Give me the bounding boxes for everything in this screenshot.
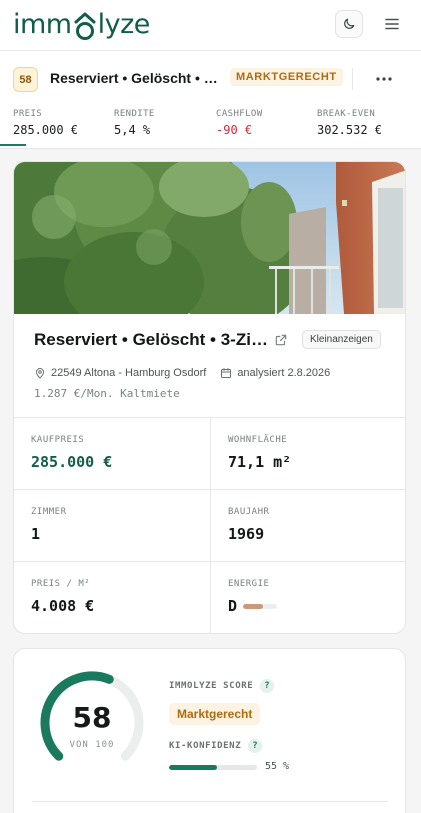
rent-text: 1.287 €/Mon. Kaltmiete	[34, 387, 180, 400]
kpi-price[interactable]: PREIS 285.000 €	[13, 109, 78, 137]
fact-value: D	[228, 597, 238, 615]
confidence-label: KI-KONFIDENZ ?	[169, 739, 263, 753]
property-meta: 22549 Altona - Hamburg Osdorf analysiert…	[34, 365, 344, 381]
fact-label: WOHNFLÄCHE	[228, 435, 288, 445]
location-text: 22549 Altona - Hamburg Osdorf	[51, 367, 207, 379]
kpi-value: 302.532 €	[317, 123, 383, 137]
logo-text-right: lyze	[97, 9, 151, 40]
fact-rooms: ZIMMER 1	[14, 490, 210, 562]
kpi-yield[interactable]: RENDITE 5,4 %	[114, 109, 155, 137]
score-label-text: IMMOLYZE SCORE	[169, 681, 254, 691]
fact-value: 1	[31, 525, 41, 543]
external-link-icon[interactable]	[274, 333, 288, 352]
score-chip: 58	[13, 67, 38, 92]
fact-label: PREIS / M²	[31, 579, 91, 589]
logo-text-left: imm	[13, 9, 72, 40]
divider	[352, 68, 353, 90]
help-icon[interactable]: ?	[248, 739, 263, 753]
energy-bar-fill	[243, 604, 264, 609]
confidence-value: 55 %	[265, 761, 290, 772]
ellipsis-icon	[376, 77, 392, 81]
listing-title: Reserviert • Gelöscht • 3-Zimmer-Wohnung	[50, 70, 220, 86]
immolyze-logo[interactable]: imm lyze	[13, 10, 150, 40]
fact-label: KAUFPREIS	[31, 435, 85, 445]
score-gauge: 58 VON 100	[36, 667, 148, 779]
logo-house-icon	[73, 10, 97, 40]
confidence-bar-fill	[169, 765, 218, 770]
calendar-icon	[221, 368, 232, 378]
kpi-value: 5,4 %	[114, 123, 151, 137]
source-badge[interactable]: Kleinanzeigen	[302, 330, 381, 349]
fact-label: ZIMMER	[31, 507, 67, 517]
kpi-label: RENDITE	[114, 109, 155, 119]
fact-value: 4.008 €	[31, 597, 95, 615]
divider	[32, 801, 388, 802]
fact-label: BAUJAHR	[228, 507, 270, 517]
confidence-bar	[169, 765, 257, 770]
moon-icon	[344, 18, 355, 29]
confidence-label-text: KI-KONFIDENZ	[169, 741, 242, 751]
score-max: VON 100	[69, 740, 115, 750]
fact-value: 71,1 m²	[228, 453, 292, 471]
analyzed-text: analysiert 2.8.2026	[237, 367, 331, 379]
kpi-value: 285.000 €	[13, 123, 79, 137]
property-title-row: Reserviert • Gelöscht • 3-Zimmer-Wohnung…	[34, 330, 386, 354]
kpi-label: PREIS	[13, 109, 43, 119]
kpi-row: PREIS 285.000 € RENDITE 5,4 % CASHFLOW -…	[0, 109, 421, 149]
fact-build-year: BAUJAHR 1969	[210, 490, 405, 562]
property-title: Reserviert • Gelöscht • 3-Zimmer-Wohnung	[34, 330, 268, 349]
score-card: 58 VON 100 IMMOLYZE SCORE ? Marktgerecht…	[13, 648, 406, 813]
fact-value: 285.000 €	[31, 453, 113, 471]
score-value: 58	[72, 701, 112, 734]
location-item: 22549 Altona - Hamburg Osdorf	[34, 367, 206, 379]
fact-value: 1969	[228, 525, 265, 543]
hamburger-icon	[385, 18, 399, 30]
verdict-badge: MARKTGERECHT	[230, 68, 343, 86]
facts-grid: KAUFPREIS 285.000 € WOHNFLÄCHE 71,1 m² Z…	[14, 417, 405, 633]
kpi-cashflow[interactable]: CASHFLOW -90 €	[216, 109, 263, 137]
top-bar: imm lyze	[0, 0, 421, 51]
property-photo[interactable]	[14, 162, 405, 314]
fact-energy: ENERGIE D	[210, 562, 405, 633]
more-options-button[interactable]	[370, 65, 398, 93]
kpi-value: -90 €	[216, 123, 253, 137]
kpi-break-even[interactable]: BREAK-EVEN 302.532 €	[317, 109, 382, 137]
fact-living-area: WOHNFLÄCHE 71,1 m²	[210, 418, 405, 490]
energy-bar	[243, 604, 277, 609]
map-pin-icon	[35, 368, 45, 379]
kpi-label: CASHFLOW	[216, 109, 263, 119]
analyzed-item: analysiert 2.8.2026	[220, 367, 330, 379]
theme-toggle-button[interactable]	[335, 10, 363, 38]
fact-purchase-price: KAUFPREIS 285.000 €	[14, 418, 210, 490]
menu-button[interactable]	[378, 10, 406, 38]
verdict-pill: Marktgerecht	[169, 703, 261, 725]
listing-summary-bar: 58 Reserviert • Gelöscht • 3-Zimmer-Wohn…	[0, 51, 421, 149]
active-kpi-indicator	[0, 144, 26, 146]
kpi-label: BREAK-EVEN	[317, 109, 376, 119]
property-card: Reserviert • Gelöscht • 3-Zimmer-Wohnung…	[13, 161, 406, 634]
help-icon[interactable]: ?	[260, 679, 275, 693]
fact-label: ENERGIE	[228, 579, 270, 589]
fact-price-per-sqm: PREIS / M² 4.008 €	[14, 562, 210, 633]
score-label: IMMOLYZE SCORE ?	[169, 679, 275, 693]
